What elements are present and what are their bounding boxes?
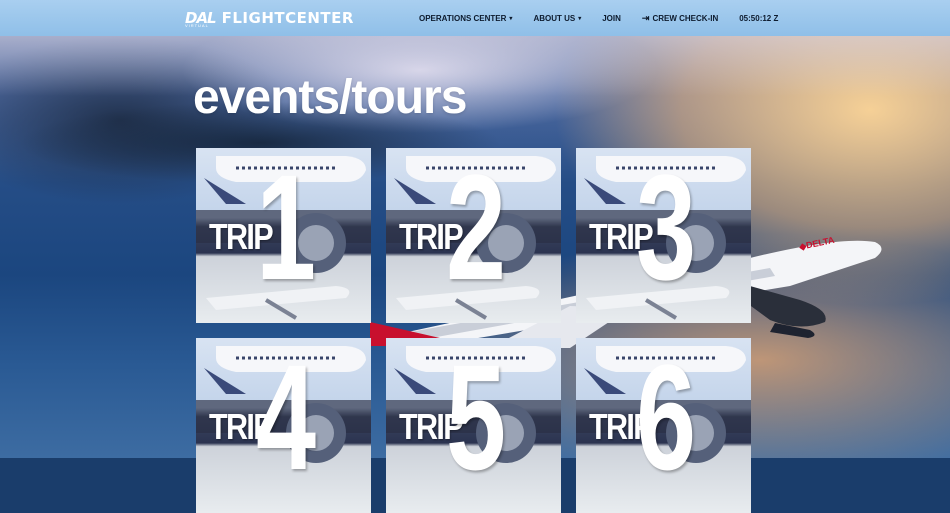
nav-crew-check-in[interactable]: ⇥ CREW CHECK-IN bbox=[642, 13, 718, 24]
nav-about-us[interactable]: ABOUT US ▾ bbox=[533, 14, 581, 23]
tour-tile-2[interactable]: TRIP 2 bbox=[386, 148, 561, 323]
tour-number: 3 bbox=[636, 148, 697, 311]
sign-in-icon: ⇥ bbox=[641, 12, 650, 23]
nav-join[interactable]: JOIN bbox=[602, 14, 621, 23]
tour-number: 5 bbox=[446, 338, 507, 501]
logo-subtext: VIRTUAL bbox=[185, 23, 209, 28]
utc-clock-label: 05:50:12 Z bbox=[739, 13, 779, 23]
brand-logo[interactable]: DAL FLIGHTCENTER VIRTUAL bbox=[185, 8, 354, 28]
tour-number: 4 bbox=[256, 338, 317, 501]
nav-operations-center-label: OPERATIONS CENTER bbox=[419, 13, 507, 23]
utc-clock: 05:50:12 Z bbox=[739, 14, 778, 23]
tour-number: 1 bbox=[256, 148, 317, 311]
page-title: events/tours bbox=[193, 71, 467, 124]
top-navbar: DAL FLIGHTCENTER VIRTUAL OPERATIONS CENT… bbox=[0, 0, 950, 36]
nav-crew-check-in-label: CREW CHECK-IN bbox=[652, 13, 719, 23]
chevron-down-icon: ▾ bbox=[509, 15, 513, 22]
tour-number: 6 bbox=[636, 338, 697, 501]
tour-tile-5[interactable]: TRIP 5 bbox=[386, 338, 561, 513]
tour-tile-1[interactable]: TRIP 1 bbox=[196, 148, 371, 323]
nav-about-us-label: ABOUT US bbox=[533, 13, 576, 23]
cloud-haze bbox=[0, 36, 950, 96]
tour-tile-4[interactable]: TRIP 4 bbox=[196, 338, 371, 513]
tour-tile-3[interactable]: TRIP 3 bbox=[576, 148, 751, 323]
tour-number: 2 bbox=[446, 148, 507, 311]
tour-tile-6[interactable]: TRIP 6 bbox=[576, 338, 751, 513]
nav-operations-center[interactable]: OPERATIONS CENTER ▾ bbox=[419, 14, 512, 23]
nav-join-label: JOIN bbox=[602, 13, 621, 23]
logo-text: FLIGHTCENTER bbox=[221, 9, 354, 27]
main-menu: OPERATIONS CENTER ▾ ABOUT US ▾ JOIN ⇥ CR… bbox=[419, 0, 778, 36]
chevron-down-icon: ▾ bbox=[578, 15, 582, 22]
